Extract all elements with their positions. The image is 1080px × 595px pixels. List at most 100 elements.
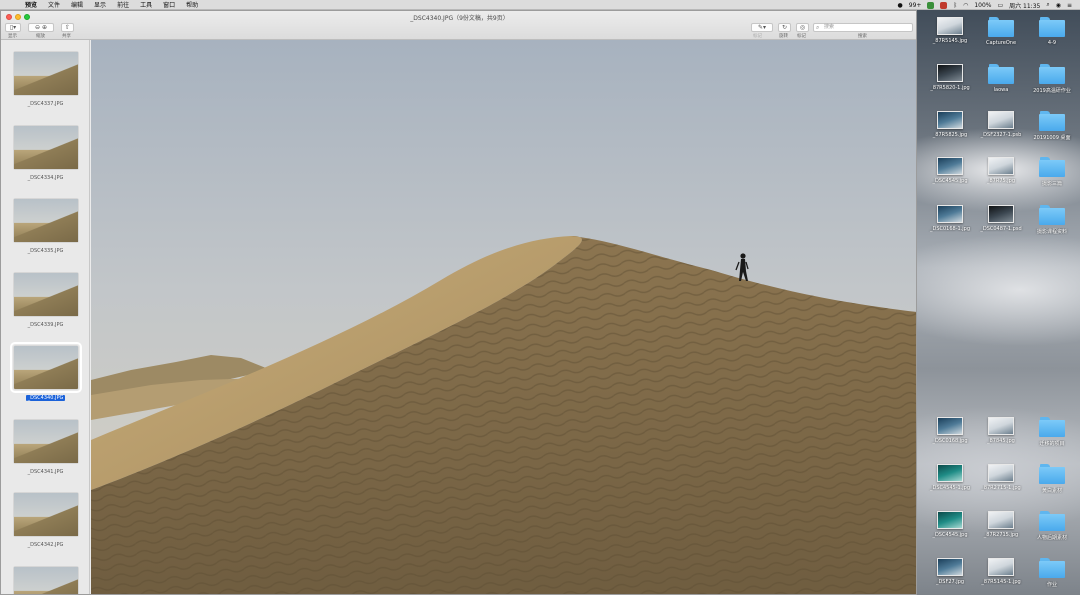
folder-icon[interactable]	[988, 64, 1014, 84]
image-file-icon[interactable]	[988, 464, 1014, 482]
zoom-label: 缩放	[36, 34, 45, 39]
desktop-folder[interactable]: 摄影三篇	[1022, 157, 1080, 187]
notification-count[interactable]: 99+	[909, 2, 922, 9]
image-file-icon[interactable]	[937, 17, 963, 35]
menu-file[interactable]: 文件	[48, 0, 60, 9]
zoom-buttons[interactable]: ⊖ ⊕	[28, 23, 54, 32]
folder-icon[interactable]	[1039, 511, 1065, 531]
notification-center-icon[interactable]: ≡	[1067, 2, 1072, 9]
thumbnail-image[interactable]	[14, 125, 78, 169]
sidebar-toggle-label: 显示	[8, 34, 17, 39]
search-placeholder: 搜索	[824, 24, 835, 30]
window-title: _DSC4340.JPG（9份文稿，共9页）	[410, 15, 509, 22]
thumbnail-image[interactable]	[14, 566, 78, 594]
desktop-folder[interactable]: 20191009 桌面	[1022, 111, 1080, 141]
rotate-icon: ↻	[781, 24, 788, 31]
desktop-folder[interactable]: 2019高温研作业	[1022, 64, 1080, 94]
siri-icon[interactable]: ◉	[1056, 2, 1061, 9]
desktop-folder[interactable]: 迁移的项目	[1022, 417, 1080, 447]
thumbnail-image[interactable]	[14, 493, 78, 536]
image-file-icon[interactable]	[988, 558, 1014, 576]
menu-go[interactable]: 前往	[117, 0, 129, 9]
folder-icon[interactable]	[1039, 205, 1065, 225]
markup-button[interactable]: ✎▾	[751, 23, 773, 32]
highlight-button[interactable]: ◎	[796, 23, 809, 32]
main-image-viewer[interactable]	[91, 40, 916, 594]
zoom-out-icon[interactable]: ⊖	[35, 24, 40, 31]
menu-tools[interactable]: 工具	[140, 0, 152, 9]
menu-bar: 预览 文件 编辑 显示 前往 工具 窗口 帮助 ● 99+ ᛒ ◠ 100% ▭…	[0, 0, 1080, 10]
desktop-item-label: 2019高温研作业	[1033, 88, 1071, 94]
desktop-item-label: 作业	[1046, 582, 1057, 588]
share-icon: ⇧	[64, 24, 71, 31]
highlight-icon: ◎	[799, 24, 806, 31]
menu-bar-status: ● 99+ ᛒ ◠ 100% ▭ 周六 11:35 ⌕ ◉ ≡	[898, 0, 1072, 10]
desktop-folder[interactable]: 摄影课程资料	[1022, 205, 1080, 235]
menu-view[interactable]: 显示	[94, 0, 106, 9]
rotate-label: 旋转	[779, 34, 788, 39]
image-file-icon[interactable]	[988, 111, 1014, 129]
folder-icon[interactable]	[1039, 64, 1065, 84]
menu-app-preview[interactable]: 预览	[25, 0, 37, 9]
menu-edit[interactable]: 编辑	[71, 0, 83, 9]
image-file-icon[interactable]	[937, 157, 963, 175]
image-file-icon[interactable]	[937, 511, 963, 529]
thumbnail-image[interactable]	[14, 199, 78, 242]
thumbnail-image[interactable]	[14, 419, 78, 463]
share-button[interactable]: ⇧	[61, 23, 74, 32]
desktop-item-label: 迁移的项目	[1039, 441, 1065, 447]
bluetooth-icon[interactable]: ᛒ	[953, 2, 957, 9]
preview-window: _DSC4340.JPG（9份文稿，共9页） ▯▾ 显示 ⊖ ⊕ 缩放 ⇧ 共享…	[0, 10, 917, 595]
image-file-icon[interactable]	[988, 511, 1014, 529]
folder-icon[interactable]	[1039, 464, 1065, 484]
thumbnail-label: _DSC4342.JPG	[27, 542, 64, 548]
image-file-icon[interactable]	[937, 558, 963, 576]
image-file-icon[interactable]	[988, 417, 1014, 435]
markup-label: 标记	[753, 34, 762, 39]
desktop-folder[interactable]: 人物后期素材	[1022, 511, 1080, 541]
folder-icon[interactable]	[988, 17, 1014, 37]
desert-dune-photo	[91, 40, 916, 594]
folder-icon[interactable]	[1039, 417, 1065, 437]
zoom-in-icon[interactable]: ⊕	[42, 24, 47, 31]
image-file-icon[interactable]	[937, 111, 963, 129]
highlight-label: 标记	[797, 34, 806, 39]
desktop-item-label: 4-9	[1047, 40, 1057, 46]
wechat-icon[interactable]: ●	[898, 2, 903, 9]
menu-window[interactable]: 窗口	[163, 0, 175, 9]
thumbnail-image[interactable]	[10, 342, 82, 393]
image-file-icon[interactable]	[988, 157, 1014, 175]
image-file-icon[interactable]	[937, 64, 963, 82]
search-label: 搜索	[858, 34, 867, 39]
battery-percent[interactable]: 100%	[974, 2, 991, 9]
sidebar-toggle-button[interactable]: ▯▾	[5, 23, 21, 32]
thumbnail-label: _DSC4335.JPG	[27, 248, 64, 254]
menu-help[interactable]: 帮助	[186, 0, 198, 9]
image-file-icon[interactable]	[937, 464, 963, 482]
app-status-icon[interactable]	[940, 1, 948, 9]
app-status-icon[interactable]	[927, 1, 935, 9]
window-titlebar: _DSC4340.JPG（9份文稿，共9页） ▯▾ 显示 ⊖ ⊕ 缩放 ⇧ 共享…	[1, 11, 916, 40]
image-file-icon[interactable]	[937, 205, 963, 223]
thumbnail-image[interactable]	[14, 52, 78, 95]
thumbnail-sidebar[interactable]: _DSC4337.JPG _DSC4334.JPG _DSC4335.JPG _DSC…	[1, 40, 90, 594]
desktop-folder[interactable]: 4-9	[1022, 17, 1080, 46]
pen-icon: ✎▾	[757, 24, 767, 31]
clock[interactable]: 周六 11:35	[1009, 1, 1040, 10]
image-file-icon[interactable]	[988, 205, 1014, 223]
desktop-item-label: 摄影课程资料	[1036, 229, 1067, 235]
folder-icon[interactable]	[1039, 157, 1065, 177]
desktop-folder[interactable]: 黄白素材	[1022, 464, 1080, 494]
spotlight-icon[interactable]: ⌕	[1046, 1, 1049, 9]
wifi-icon[interactable]: ◠	[963, 2, 968, 9]
thumbnail-image[interactable]	[14, 272, 78, 316]
folder-icon[interactable]	[1039, 558, 1065, 578]
folder-icon[interactable]	[1039, 111, 1065, 131]
folder-icon[interactable]	[1039, 17, 1065, 37]
share-label: 共享	[62, 34, 71, 39]
desktop-folder[interactable]: 作业	[1022, 558, 1080, 588]
rotate-button[interactable]: ↻	[778, 23, 791, 32]
image-file-icon[interactable]	[937, 417, 963, 435]
battery-icon[interactable]: ▭	[997, 2, 1003, 9]
search-input[interactable]: ⌕ 搜索	[813, 23, 913, 32]
